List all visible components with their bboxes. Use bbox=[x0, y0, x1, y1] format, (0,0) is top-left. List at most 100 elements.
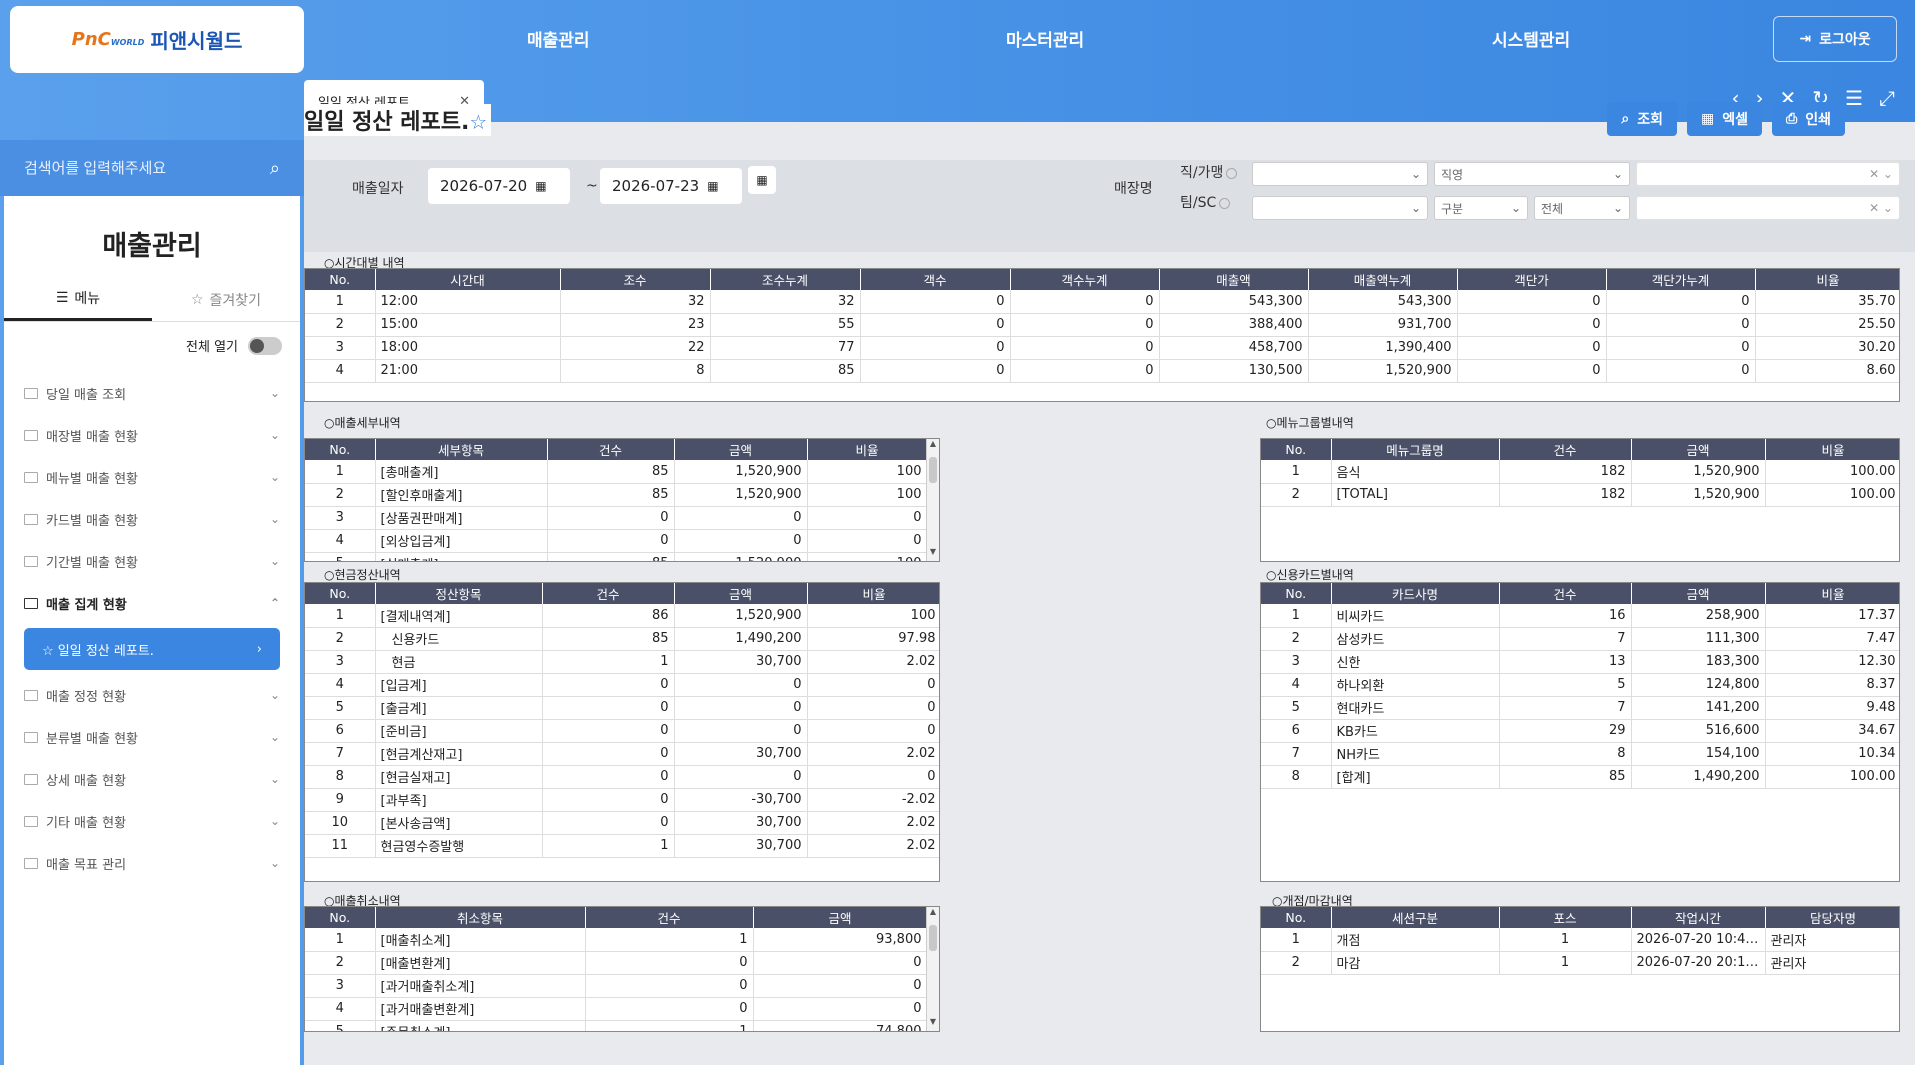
sidebar-item-detail[interactable]: 상세 매출 현황 ⌄ bbox=[4, 758, 300, 800]
table-row[interactable]: 1 [총매출계] 85 1,520,900 100 bbox=[305, 460, 928, 484]
column-header[interactable]: 금액 bbox=[753, 907, 928, 928]
sidebar-item-correction[interactable]: 매출 정정 현황 ⌄ bbox=[4, 674, 300, 716]
column-header[interactable]: 포스 bbox=[1499, 907, 1632, 928]
table-row[interactable]: 2 신용카드 85 1,490,200 97.98 bbox=[305, 627, 939, 651]
arrow-down-icon[interactable]: ▼ bbox=[927, 1017, 939, 1031]
scrollbar[interactable]: ▲ ▼ bbox=[926, 439, 939, 561]
column-header[interactable]: No. bbox=[305, 269, 376, 290]
table-row[interactable]: 4 21:00 8 85 0 0 130,500 1,520,900 0 0 8.60 bbox=[305, 359, 1899, 383]
list-icon[interactable]: ☰ bbox=[1845, 86, 1863, 110]
column-header[interactable]: 비율 bbox=[1755, 269, 1899, 290]
sidebar-item-category[interactable]: 분류별 매출 현황 ⌄ bbox=[4, 716, 300, 758]
sidebar-subitem-daily-report[interactable]: ☆ 일일 정산 레포트. › bbox=[24, 628, 280, 670]
table-row[interactable]: 2 [매출변환계] 0 0 bbox=[305, 951, 928, 975]
team-select[interactable]: ⌄ bbox=[1252, 196, 1428, 220]
column-header[interactable]: No. bbox=[305, 583, 376, 604]
column-header[interactable]: 매출액누계 bbox=[1308, 269, 1458, 290]
table-row[interactable]: 5 [출금계] 0 0 0 bbox=[305, 696, 939, 720]
column-header[interactable]: 금액 bbox=[1631, 583, 1766, 604]
table-row[interactable]: 5[실매출계]851,520,900100 bbox=[305, 552, 928, 561]
table-row[interactable]: 7 [현금계산재고] 0 30,700 2.02 bbox=[305, 742, 939, 766]
table-row[interactable]: 6 [준비금] 0 0 0 bbox=[305, 719, 939, 743]
arrow-up-icon[interactable]: ▲ bbox=[927, 907, 939, 921]
date-from-input[interactable]: 2026-07-20 ▦ bbox=[428, 168, 570, 204]
column-header[interactable]: 객단가누계 bbox=[1606, 269, 1756, 290]
column-header[interactable]: No. bbox=[1261, 439, 1332, 460]
table-row[interactable]: 2 [할인후매출계] 85 1,520,900 100 bbox=[305, 483, 928, 507]
open-all-toggle[interactable]: 전체 열기 bbox=[186, 336, 282, 355]
table-row[interactable]: 4 하나외환 5 124,800 8.37 bbox=[1261, 673, 1899, 697]
sidebar-item-target[interactable]: 매출 목표 관리 ⌄ bbox=[4, 842, 300, 884]
tab-menu[interactable]: ☰ 메뉴 bbox=[4, 278, 152, 321]
arrow-down-icon[interactable]: ▼ bbox=[927, 547, 939, 561]
column-header[interactable]: 비율 bbox=[807, 583, 939, 604]
column-header[interactable]: 세부항목 bbox=[375, 439, 548, 460]
logo[interactable]: PnCWORLD 피앤시월드 bbox=[10, 6, 304, 73]
column-header[interactable]: 정산항목 bbox=[375, 583, 543, 604]
table-row[interactable]: 3 현금 1 30,700 2.02 bbox=[305, 650, 939, 674]
gubun-select[interactable]: 구분 ⌄ bbox=[1434, 196, 1528, 220]
sidebar-item-card[interactable]: 카드별 매출 현황 ⌄ bbox=[4, 498, 300, 540]
radio-team[interactable] bbox=[1219, 197, 1231, 209]
star-icon[interactable]: ☆ bbox=[469, 110, 487, 134]
fullscreen-icon[interactable]: ⤢ bbox=[1879, 86, 1895, 110]
table-row[interactable]: 10 [본사송금액] 0 30,700 2.02 bbox=[305, 811, 939, 835]
table-row[interactable]: 2 삼성카드 7 111,300 7.47 bbox=[1261, 627, 1899, 651]
column-header[interactable]: 금액 bbox=[1631, 439, 1766, 460]
scroll-thumb[interactable] bbox=[929, 925, 937, 951]
column-header[interactable]: 객수누계 bbox=[1010, 269, 1160, 290]
table-row[interactable]: 1 12:00 32 32 0 0 543,300 543,300 0 0 35.70 bbox=[305, 290, 1899, 314]
table-row[interactable]: 1 음식 182 1,520,900 100.00 bbox=[1261, 460, 1899, 484]
column-header[interactable]: 매출액 bbox=[1159, 269, 1309, 290]
excel-button[interactable]: ▦ 엑셀 bbox=[1687, 102, 1763, 136]
nav-system[interactable]: 시스템관리 bbox=[1492, 26, 1570, 51]
table-row[interactable]: 1 비씨카드 16 258,900 17.37 bbox=[1261, 604, 1899, 628]
table-row[interactable]: 5[주문취소계]174,800 bbox=[305, 1020, 928, 1031]
direct-select[interactable]: ⌄ bbox=[1252, 162, 1428, 186]
table-row[interactable]: 8 [현금실재고] 0 0 0 bbox=[305, 765, 939, 789]
column-header[interactable]: 건수 bbox=[1499, 583, 1632, 604]
date-to-input[interactable]: 2026-07-23 ▦ bbox=[600, 168, 742, 204]
table-row[interactable]: 2 15:00 23 55 0 0 388,400 931,700 0 0 25.50 bbox=[305, 313, 1899, 337]
scroll-thumb[interactable] bbox=[929, 457, 937, 483]
table-row[interactable]: 4 [외상입금계] 0 0 0 bbox=[305, 529, 928, 553]
column-header[interactable]: 객단가 bbox=[1457, 269, 1607, 290]
logout-button[interactable]: ⇥ 로그아웃 bbox=[1773, 16, 1897, 62]
jikmyeong-select[interactable]: 직영 ⌄ bbox=[1434, 162, 1630, 186]
column-header[interactable]: 취소항목 bbox=[375, 907, 586, 928]
sidebar-item-etc[interactable]: 기타 매출 현황 ⌄ bbox=[4, 800, 300, 842]
column-header[interactable]: No. bbox=[1261, 907, 1332, 928]
sidebar-item-today[interactable]: 당일 매출 조회 ⌄ bbox=[4, 372, 300, 414]
table-row[interactable]: 3 신한 13 183,300 12.30 bbox=[1261, 650, 1899, 674]
column-header[interactable]: 작업시간 bbox=[1631, 907, 1766, 928]
nav-master[interactable]: 마스터관리 bbox=[1006, 26, 1084, 51]
column-header[interactable]: 금액 bbox=[674, 583, 808, 604]
column-header[interactable]: 세션구분 bbox=[1331, 907, 1500, 928]
column-header[interactable]: 비율 bbox=[807, 439, 928, 460]
all-select[interactable]: 전체 ⌄ bbox=[1534, 196, 1630, 220]
table-row[interactable]: 3 18:00 22 77 0 0 458,700 1,390,400 0 0 30.20 bbox=[305, 336, 1899, 360]
sidebar-item-summary[interactable]: 매출 집계 현황 ⌃ bbox=[4, 582, 300, 624]
table-row[interactable]: 1 [결제내역계] 86 1,520,900 100 bbox=[305, 604, 939, 628]
print-button[interactable]: ⎙ 인쇄 bbox=[1772, 102, 1845, 136]
column-header[interactable]: No. bbox=[305, 907, 376, 928]
column-header[interactable]: 건수 bbox=[547, 439, 675, 460]
column-header[interactable]: 건수 bbox=[585, 907, 754, 928]
table-row[interactable]: 1 [매출취소계] 1 93,800 bbox=[305, 928, 928, 952]
table-row[interactable]: 2 마감 1 2026-07-20 20:1… 관리자 bbox=[1261, 951, 1899, 975]
store-select[interactable]: ✕ ⌄ bbox=[1636, 162, 1900, 186]
table-row[interactable]: 9 [과부족] 0 -30,700 -2.02 bbox=[305, 788, 939, 812]
toggle-switch[interactable] bbox=[248, 336, 282, 355]
column-header[interactable]: 조수 bbox=[560, 269, 711, 290]
column-header[interactable]: 금액 bbox=[674, 439, 808, 460]
search-button[interactable]: ⌕ 조회 bbox=[1607, 102, 1678, 136]
table-row[interactable]: 5 현대카드 7 141,200 9.48 bbox=[1261, 696, 1899, 720]
table-row[interactable]: 2 [TOTAL] 182 1,520,900 100.00 bbox=[1261, 483, 1899, 507]
column-header[interactable]: No. bbox=[1261, 583, 1332, 604]
column-header[interactable]: 조수누계 bbox=[710, 269, 861, 290]
sidebar-item-store[interactable]: 매장별 매출 현황 ⌄ bbox=[4, 414, 300, 456]
nav-sales[interactable]: 매출관리 bbox=[527, 26, 590, 51]
column-header[interactable]: 건수 bbox=[1499, 439, 1632, 460]
search-icon[interactable]: ⌕ bbox=[270, 158, 280, 179]
table-row[interactable]: 3 [과거매출취소계] 0 0 bbox=[305, 974, 928, 998]
